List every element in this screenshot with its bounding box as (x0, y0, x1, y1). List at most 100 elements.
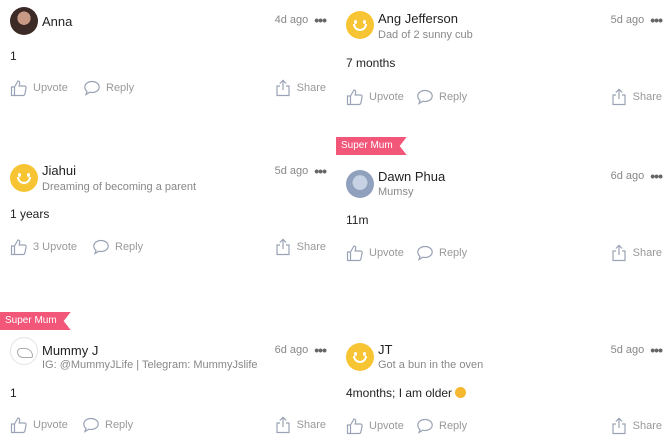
avatar[interactable] (346, 343, 374, 371)
share-icon (276, 79, 290, 97)
more-options-icon[interactable]: ••• (650, 12, 663, 28)
comment-card: JT Got a bun in the oven 5d ago ••• 4mon… (336, 297, 666, 445)
speech-bubble-icon (417, 245, 433, 261)
upvote-button[interactable]: Upvote (10, 79, 68, 97)
author-tagline: Dad of 2 sunny cub (378, 29, 473, 41)
timestamp: 6d ago (610, 170, 645, 182)
reply-button[interactable]: Reply (83, 79, 134, 97)
share-label: Share (632, 420, 662, 432)
comment-text: 1 (10, 49, 17, 63)
super-mum-badge: Super Mum (336, 137, 407, 155)
author-name[interactable]: Mummy J (42, 343, 98, 358)
more-options-icon[interactable]: ••• (314, 163, 327, 179)
author-name[interactable]: Dawn Phua (378, 169, 445, 184)
share-icon (612, 88, 626, 106)
share-icon (276, 238, 290, 256)
speech-bubble-icon (84, 80, 100, 96)
timestamp: 4d ago (274, 14, 309, 26)
reply-button[interactable]: Reply (416, 417, 467, 435)
author-name[interactable]: Anna (42, 14, 72, 29)
comment-actions: Upvote Reply Share (346, 88, 662, 108)
comment-text: 1 years (10, 207, 50, 221)
upvote-button[interactable]: Upvote (10, 416, 68, 434)
comment-text: 1 (10, 386, 17, 400)
share-icon (612, 244, 626, 262)
upvote-label: Upvote (33, 82, 68, 94)
share-button[interactable]: Share (274, 79, 326, 97)
reply-label: Reply (439, 91, 468, 103)
author-tagline: IG: @MummyJLife | Telegram: MummyJslife (42, 359, 258, 371)
more-options-icon[interactable]: ••• (650, 168, 663, 184)
author-name[interactable]: Ang Jefferson (378, 11, 458, 26)
grinning-face-emoji-icon (455, 387, 467, 398)
timestamp: 5d ago (274, 165, 309, 177)
reply-button[interactable]: Reply (416, 88, 467, 106)
timestamp: 5d ago (610, 344, 645, 356)
share-button[interactable]: Share (610, 244, 662, 262)
share-icon (612, 417, 626, 435)
upvote-label: 3 Upvote (33, 241, 78, 253)
upvote-button[interactable]: Upvote (346, 244, 404, 262)
thumbs-up-icon (346, 89, 363, 106)
thumbs-up-icon (346, 245, 363, 262)
speech-bubble-icon (93, 239, 109, 255)
comment-text: 7 months (346, 56, 396, 70)
reply-button[interactable]: Reply (416, 244, 467, 262)
upvote-label: Upvote (369, 91, 404, 103)
upvote-label: Upvote (33, 419, 68, 431)
author-name[interactable]: Jiahui (42, 163, 76, 178)
avatar[interactable] (10, 7, 38, 35)
comment-meta: 6d ago ••• (610, 168, 663, 184)
comment-card: Super Mum Mummy J IG: @MummyJLife | Tele… (0, 297, 330, 445)
thumbs-up-icon (10, 417, 27, 434)
share-label: Share (296, 82, 326, 94)
author-name[interactable]: JT (378, 342, 392, 357)
comment-meta: 4d ago ••• (274, 12, 327, 28)
reply-label: Reply (115, 241, 144, 253)
avatar[interactable] (10, 337, 38, 365)
comment-card: Anna 4d ago ••• 1 Upvote Reply Share (0, 0, 330, 148)
more-options-icon[interactable]: ••• (314, 342, 327, 358)
more-options-icon[interactable]: ••• (314, 12, 327, 28)
comment-actions: Upvote Reply Share (10, 416, 326, 436)
speech-bubble-icon (417, 418, 433, 434)
speech-bubble-icon (83, 417, 99, 433)
comment-text: 4months; I am older (346, 386, 467, 400)
reply-label: Reply (106, 82, 135, 94)
comment-meta: 5d ago ••• (274, 163, 327, 179)
upvote-label: Upvote (369, 420, 404, 432)
avatar[interactable] (346, 170, 374, 198)
comment-card: Jiahui Dreaming of becoming a parent 5d … (0, 150, 330, 298)
comment-meta: 5d ago ••• (610, 342, 663, 358)
author-tagline: Got a bun in the oven (378, 359, 484, 371)
upvote-button[interactable]: Upvote (346, 88, 404, 106)
share-button[interactable]: Share (610, 88, 662, 106)
share-button[interactable]: Share (610, 417, 662, 435)
share-label: Share (632, 247, 662, 259)
share-icon (276, 416, 290, 434)
upvote-button[interactable]: 3 Upvote (10, 238, 77, 256)
upvote-button[interactable]: Upvote (346, 417, 404, 435)
reply-label: Reply (105, 419, 134, 431)
comment-card: Ang Jefferson Dad of 2 sunny cub 5d ago … (336, 0, 666, 148)
share-button[interactable]: Share (274, 416, 326, 434)
avatar[interactable] (10, 164, 38, 192)
reply-button[interactable]: Reply (92, 238, 143, 256)
share-button[interactable]: Share (274, 238, 326, 256)
share-label: Share (632, 91, 662, 103)
thumbs-up-icon (10, 239, 27, 256)
timestamp: 5d ago (610, 14, 645, 26)
super-mum-badge: Super Mum (0, 312, 71, 330)
upvote-label: Upvote (369, 247, 404, 259)
comment-card: Super Mum Dawn Phua Mumsy 6d ago ••• 11m… (336, 150, 666, 298)
share-label: Share (296, 419, 326, 431)
comment-actions: Upvote Reply Share (346, 417, 662, 437)
reply-label: Reply (439, 420, 468, 432)
comment-actions: Upvote Reply Share (10, 79, 326, 99)
more-options-icon[interactable]: ••• (650, 342, 663, 358)
timestamp: 6d ago (274, 344, 309, 356)
reply-button[interactable]: Reply (82, 416, 133, 434)
thumbs-up-icon (10, 80, 27, 97)
author-tagline: Mumsy (378, 186, 414, 198)
avatar[interactable] (346, 11, 374, 39)
